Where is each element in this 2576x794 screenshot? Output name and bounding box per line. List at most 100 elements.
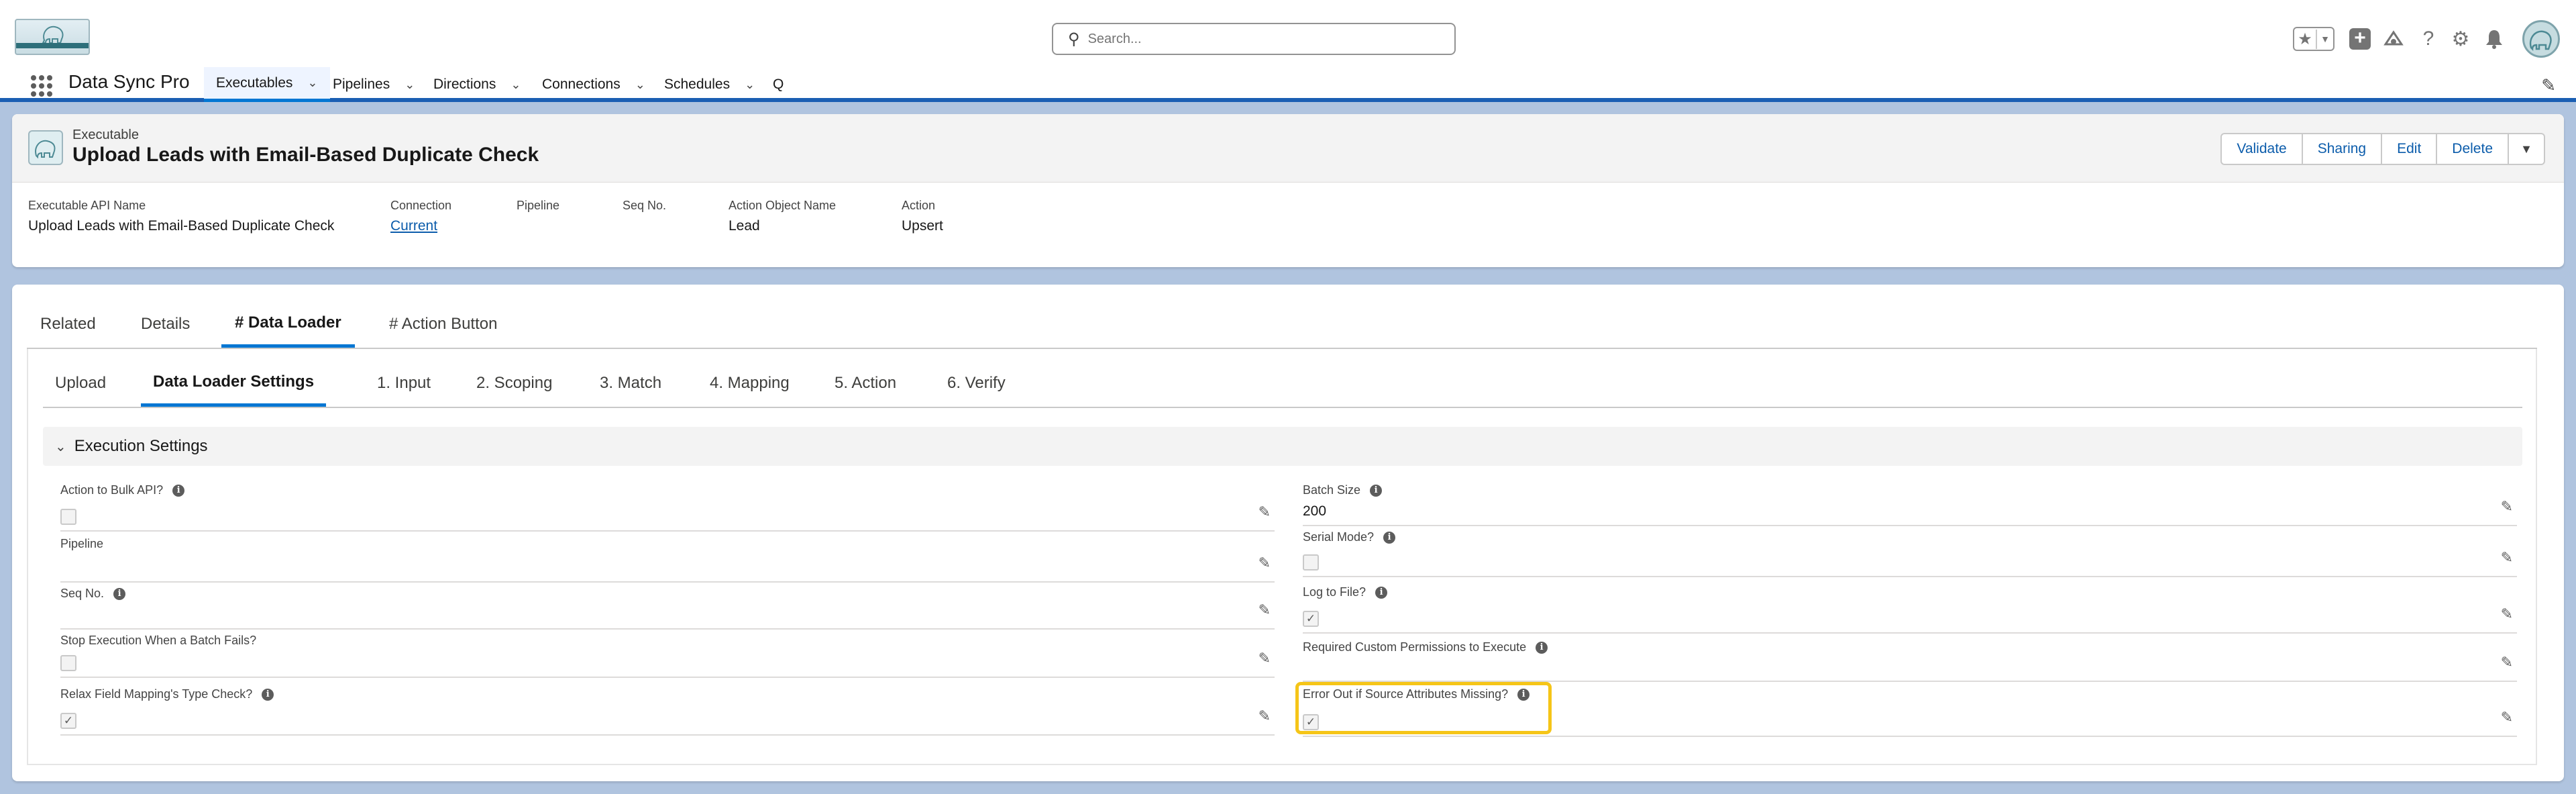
page-title: Upload Leads with Email-Based Duplicate … [72, 144, 539, 166]
nav-item-label: Directions [433, 77, 496, 92]
favorites-button[interactable]: ★ ▼ [2293, 27, 2334, 51]
tab-input[interactable]: 1. Input [365, 360, 443, 407]
record-type-label: Executable [72, 128, 139, 142]
field-label: Seq No. [623, 199, 667, 212]
nav-item-label: Connections [542, 77, 621, 92]
edit-pencil-icon[interactable]: ✎ [2501, 654, 2513, 671]
info-icon[interactable]: i [1536, 641, 1548, 654]
field-label: Connection [390, 199, 452, 212]
field-action-to-bulk-api: Action to Bulk API? i ✎ [60, 483, 1275, 532]
info-icon[interactable]: i [113, 587, 126, 600]
highlight-action: Action Upsert [902, 199, 943, 234]
tab-match[interactable]: 3. Match [588, 360, 674, 407]
tab-related[interactable]: Related [27, 301, 109, 348]
tab-action-button[interactable]: # Action Button [376, 301, 511, 348]
edit-pencil-icon[interactable]: ✎ [1258, 707, 1271, 725]
edit-pencil-icon[interactable]: ✎ [2501, 498, 2513, 515]
field-pipeline: Pipeline ✎ [60, 537, 1275, 583]
field-label: Batch Size [1303, 483, 1361, 497]
checkbox[interactable] [60, 509, 76, 525]
tab-action[interactable]: 5. Action [822, 360, 908, 407]
edit-button[interactable]: Edit [2382, 134, 2438, 164]
info-icon[interactable]: i [1517, 688, 1530, 701]
app-nav-bar: Data Sync Pro Executables ⌄ Pipelines ⌄ … [0, 67, 2576, 102]
sharing-button[interactable]: Sharing [2303, 134, 2383, 164]
tab-details[interactable]: Details [127, 301, 203, 348]
field-label: Required Custom Permissions to Execute [1303, 640, 1527, 654]
star-icon[interactable]: ★ [2294, 29, 2317, 49]
record-type-icon [28, 130, 63, 165]
chevron-down-icon[interactable]: ⌄ [307, 76, 317, 90]
chevron-down-icon[interactable]: ⌄ [635, 78, 645, 92]
highlight-pipeline: Pipeline [517, 199, 559, 218]
global-header: ⚲ ★ ▼ + ? ⚙ [0, 0, 2576, 67]
chevron-down-icon[interactable]: ⌄ [405, 78, 415, 92]
bell-icon[interactable] [2482, 27, 2506, 51]
tab-upload[interactable]: Upload [43, 360, 118, 407]
chevron-down-icon[interactable]: ⌄ [55, 438, 66, 455]
field-label: Stop Execution When a Batch Fails? [60, 634, 257, 647]
nav-item-executables[interactable]: Executables ⌄ [204, 67, 330, 102]
tab-data-loader[interactable]: # Data Loader [221, 301, 355, 348]
tab-verify[interactable]: 6. Verify [935, 360, 1018, 407]
company-logo[interactable] [15, 19, 90, 55]
field-label: Action to Bulk API? [60, 483, 164, 497]
info-icon[interactable]: i [262, 688, 274, 701]
nav-item-q[interactable]: Q [761, 67, 796, 102]
checkbox-checked[interactable]: ✓ [60, 713, 76, 729]
field-label: Seq No. [60, 587, 105, 600]
trailhead-icon[interactable] [2381, 27, 2406, 51]
field-required-custom-permissions: Required Custom Permissions to Execute i … [1303, 640, 2517, 682]
info-icon[interactable]: i [172, 484, 185, 497]
chevron-down-icon[interactable]: ⌄ [511, 78, 521, 92]
edit-pencil-icon[interactable]: ✎ [2501, 709, 2513, 726]
chevron-down-icon[interactable]: ▼ [2317, 34, 2333, 44]
tab-mapping[interactable]: 4. Mapping [698, 360, 802, 407]
execution-settings-section-header[interactable]: ⌄ Execution Settings [43, 427, 2522, 466]
search-icon: ⚲ [1068, 30, 1080, 48]
nav-item-schedules[interactable]: Schedules ⌄ [652, 67, 767, 102]
edit-pencil-icon[interactable]: ✎ [2501, 549, 2513, 566]
field-seq-no: Seq No. i ✎ [60, 587, 1275, 630]
checkbox[interactable] [60, 655, 76, 671]
gear-icon[interactable]: ⚙ [2449, 27, 2473, 51]
field-error-out-if-source-attributes-missing: Error Out if Source Attributes Missing? i… [1303, 687, 2517, 737]
app-launcher-icon[interactable] [28, 72, 52, 97]
delete-button[interactable]: Delete [2437, 134, 2509, 164]
edit-pencil-icon[interactable]: ✎ [1258, 554, 1271, 572]
field-label: Relax Field Mapping's Type Check? [60, 687, 253, 701]
checkbox[interactable] [1303, 554, 1319, 570]
info-icon[interactable]: i [1375, 586, 1388, 599]
tab-data-loader-settings[interactable]: Data Loader Settings [141, 360, 327, 407]
field-label: Executable API Name [28, 199, 146, 212]
nav-item-connections[interactable]: Connections ⌄ [530, 67, 657, 102]
edit-pencil-icon[interactable]: ✎ [1258, 601, 1271, 619]
global-search[interactable]: ⚲ [1052, 23, 1456, 55]
nav-item-directions[interactable]: Directions ⌄ [421, 67, 533, 102]
info-icon[interactable]: i [1370, 484, 1383, 497]
field-value: Lead [729, 218, 760, 234]
checkbox-checked[interactable]: ✓ [1303, 611, 1319, 627]
tab-scoping[interactable]: 2. Scoping [464, 360, 564, 407]
field-relax-field-mapping-type-check: Relax Field Mapping's Type Check? i ✓ ✎ [60, 687, 1275, 736]
chevron-down-icon[interactable]: ⌄ [745, 78, 755, 92]
add-icon[interactable]: + [2348, 27, 2372, 51]
more-actions-chevron-icon[interactable]: ▼ [2509, 134, 2544, 164]
field-label: Log to File? [1303, 585, 1366, 599]
field-value: Upload Leads with Email-Based Duplicate … [28, 218, 335, 234]
search-input[interactable] [1087, 31, 1437, 47]
nav-item-label: Pipelines [333, 77, 390, 92]
nav-item-pipelines[interactable]: Pipelines ⌄ [321, 67, 427, 102]
checkbox-checked[interactable]: ✓ [1303, 714, 1319, 730]
edit-pencil-icon[interactable]: ✎ [1258, 650, 1271, 667]
edit-pencil-icon[interactable]: ✎ [2501, 605, 2513, 623]
edit-nav-icon[interactable]: ✎ [2541, 75, 2556, 96]
info-icon[interactable]: i [1383, 531, 1396, 544]
validate-button[interactable]: Validate [2222, 134, 2303, 164]
field-stop-execution-when-batch-fails: Stop Execution When a Batch Fails? ✎ [60, 634, 1275, 678]
avatar[interactable] [2522, 20, 2560, 58]
edit-pencil-icon[interactable]: ✎ [1258, 503, 1271, 521]
help-icon[interactable]: ? [2416, 27, 2440, 51]
connection-link[interactable]: Current [390, 218, 451, 234]
nav-item-label: Q [773, 77, 784, 92]
